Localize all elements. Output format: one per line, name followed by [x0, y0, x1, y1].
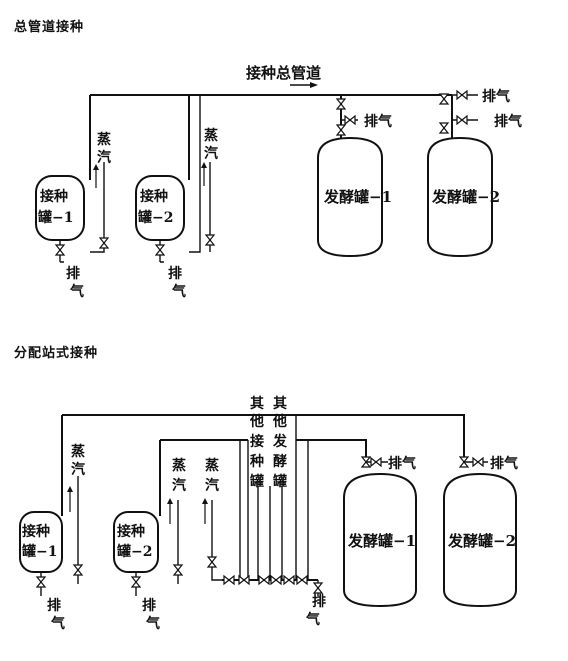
- seed-tank-1b-label-a: 接种: [22, 523, 50, 540]
- steam3-pipe: [211, 500, 232, 581]
- other-ferm-3: 酵: [273, 453, 287, 470]
- seed1-vent-b: 气: [69, 283, 84, 300]
- steam2-b: 汽: [204, 145, 218, 162]
- ferm2-vent-label-1: 排气: [482, 88, 510, 105]
- steam1b-b: 汽: [71, 461, 85, 478]
- seed-tank-2b: [113, 511, 159, 573]
- station-vent-b: 气: [305, 611, 320, 628]
- seed-tank-1b: [19, 511, 63, 573]
- seed2b-vent-a: 排: [142, 597, 156, 614]
- ferm2-inlet-valve-2: [439, 122, 449, 134]
- other-ferm-1: 他: [272, 413, 287, 430]
- station-drain-valve: [313, 582, 323, 594]
- other-seed-3: 种: [249, 453, 264, 470]
- steam2-a: 蒸: [204, 127, 218, 144]
- steam1b-a: 蒸: [71, 443, 85, 460]
- seed2-vent-a: 排: [168, 265, 182, 282]
- steam1b-valve: [73, 564, 83, 576]
- seed-tank-2b-label-b: 罐−2: [116, 543, 152, 560]
- main-pipe-label: 接种总管道: [246, 64, 321, 82]
- ferm2b-vent-label: 排气: [490, 455, 518, 472]
- fermenter-2-label: 发酵罐−2: [431, 188, 500, 206]
- fermenter-2b-label: 发酵罐−2: [447, 532, 516, 550]
- ferm1b-vent-valve: [370, 457, 382, 467]
- other-seed-0: 其: [250, 396, 264, 412]
- steam2b-a: 蒸: [172, 457, 186, 474]
- ferm2-vent-label-2: 排气: [494, 113, 522, 130]
- steam2b-b: 汽: [172, 477, 186, 494]
- ferm1-inlet-valve: [336, 98, 346, 110]
- seed2-vent-b: 气: [171, 283, 186, 300]
- section2-diagram: 接种 罐−1 排 气 蒸 汽 接种 罐−2 排 气 蒸 汽 蒸 汽 排 气 其 …: [19, 396, 518, 632]
- ferm1-inlet-valve-2: [336, 124, 346, 136]
- steam3-valve: [207, 556, 217, 568]
- flow-arrow: [290, 82, 318, 88]
- seed-tank-1-label-b: 罐−1: [37, 209, 73, 226]
- fermenter-1b-label: 发酵罐−1: [347, 532, 416, 550]
- steam2b-valve: [173, 564, 183, 576]
- seed-tank-1-label-a: 接种: [40, 188, 68, 205]
- seed2b-vent-b: 气: [145, 615, 160, 632]
- manifold-valve-3: [258, 575, 270, 585]
- steam3-b: 汽: [205, 477, 219, 494]
- ferm2b-vent-valve: [472, 457, 484, 467]
- other-ferm-0: 其: [273, 396, 287, 412]
- steam2-valve: [205, 234, 215, 246]
- ferm2-inlet-valve: [439, 93, 449, 105]
- ferm1-vent-valve: [344, 115, 356, 125]
- other-seed-2: 接: [250, 433, 264, 450]
- section1-diagram: 接种总管道 接种 罐−1 排 气 蒸 汽 接种 罐−2 排 气 蒸 汽 排气 发…: [35, 64, 522, 300]
- seed2b-drain-valve: [131, 576, 141, 588]
- other-ferm-4: 罐: [272, 473, 287, 490]
- seed-tank-2b-label-a: 接种: [117, 523, 145, 540]
- station-vent-a: 排: [312, 593, 326, 610]
- seed-tank-2-label-a: 接种: [140, 188, 168, 205]
- fermenter-1-label: 发酵罐−1: [323, 188, 392, 206]
- seed1b-vent-b: 气: [50, 615, 65, 632]
- manifold-valve-2: [238, 575, 250, 585]
- ferm1-vent-label: 排气: [364, 113, 392, 130]
- steam1-valve: [99, 237, 109, 249]
- manifold-valve-4: [270, 575, 282, 585]
- seed1-drain-valve: [55, 244, 65, 256]
- ferm1b-vent-label: 排气: [388, 455, 416, 472]
- inner-header: [296, 439, 367, 458]
- other-ferm-2: 发: [272, 433, 288, 450]
- seed-tank-1b-label-b: 罐−1: [21, 543, 57, 560]
- seed2-drain-valve: [155, 244, 165, 256]
- manifold-valve-6: [296, 575, 308, 585]
- steam1-b: 汽: [97, 149, 111, 166]
- seed-tank-2-label-b: 罐−2: [137, 209, 173, 226]
- seed2-outlet: [189, 95, 201, 253]
- seed-tank-1: [35, 175, 85, 241]
- other-seed-1: 他: [249, 413, 264, 430]
- piping-diagram: 接种总管道 接种 罐−1 排 气 蒸 汽 接种 罐−2 排 气 蒸 汽 排气 发…: [19, 64, 522, 632]
- steam3-a: 蒸: [205, 457, 219, 474]
- steam1-a: 蒸: [97, 131, 111, 148]
- manifold-valve-1: [223, 575, 235, 585]
- seed-tank-2: [135, 175, 185, 241]
- seed1-vent-a: 排: [66, 265, 80, 282]
- manifold-valve-5: [283, 575, 295, 585]
- ferm2-vent-valve-1: [456, 90, 468, 100]
- ferm2-vent-valve-2: [456, 115, 468, 125]
- seed1b-vent-a: 排: [47, 597, 61, 614]
- other-seed-4: 罐: [249, 473, 264, 490]
- seed1b-drain-valve: [36, 576, 46, 588]
